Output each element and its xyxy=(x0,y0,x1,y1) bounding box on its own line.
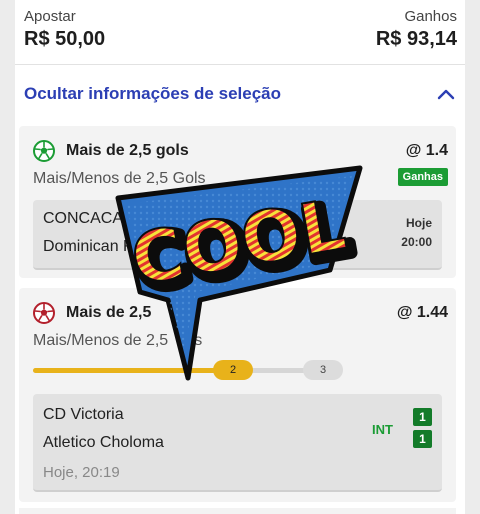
selection-pick: Mais de 2,5 xyxy=(66,304,152,321)
next-selection-card xyxy=(19,508,456,514)
toggle-label: Ocultar informações de seleção xyxy=(24,84,281,103)
event-hour: 20:00 xyxy=(401,235,432,249)
goal-progress: 2 3 xyxy=(33,360,343,382)
selection-odds: @ 1.4 xyxy=(405,142,448,159)
bet-slip: Apostar R$ 50,00 Ganhos R$ 93,14 Ocultar… xyxy=(15,0,465,514)
chevron-up-icon xyxy=(437,89,455,100)
selection-card: Mais de 2,5 @ 1.44 Mais/Menos de 2,5 s 2 … xyxy=(19,288,456,502)
market-text-tail: s xyxy=(194,332,203,349)
divider xyxy=(15,64,465,65)
away-team: Dominican Re xyxy=(43,238,144,255)
status-badge: Ganhas xyxy=(397,168,448,186)
kickoff-time: Hoje, 20:19 xyxy=(43,464,120,481)
hide-selection-info-toggle[interactable]: Ocultar informações de seleção xyxy=(24,84,456,108)
away-team: Atletico Choloma xyxy=(43,434,164,451)
progress-fill xyxy=(33,368,243,373)
selection-market: Mais/Menos de 2,5 Gols xyxy=(33,170,206,187)
event-info[interactable]: CONCACAF L Dominican Re Hoje 20:00 xyxy=(33,200,442,270)
selection-odds: @ 1.44 xyxy=(396,304,448,321)
stake-summary: Apostar R$ 50,00 Ganhos R$ 93,14 xyxy=(15,0,465,64)
home-score: 1 xyxy=(413,408,432,426)
live-score: INT 1 1 xyxy=(372,408,432,452)
event-info[interactable]: CD Victoria Atletico Choloma Hoje, 20:19… xyxy=(33,394,442,492)
selection-card: Mais de 2,5 gols @ 1.4 Mais/Menos de 2,5… xyxy=(19,126,456,278)
home-team: CONCACAF L xyxy=(43,210,147,227)
current-goals-pill: 2 xyxy=(213,360,253,380)
winnings-label: Ganhos xyxy=(404,8,457,25)
period-label: INT xyxy=(372,422,393,437)
event-day: Hoje xyxy=(405,216,432,230)
selection-pick: Mais de 2,5 gols xyxy=(66,142,189,159)
selection-header: Mais de 2,5 gols @ 1.4 xyxy=(33,140,448,164)
target-goals-pill: 3 xyxy=(303,360,343,380)
stake-value: R$ 50,00 xyxy=(24,28,106,50)
winnings-value: R$ 93,14 xyxy=(375,28,457,50)
home-team: CD Victoria xyxy=(43,406,124,423)
away-score: 1 xyxy=(413,430,432,448)
soccer-ball-icon xyxy=(33,140,55,162)
selection-header: Mais de 2,5 @ 1.44 xyxy=(33,302,448,326)
soccer-ball-icon xyxy=(33,302,55,324)
market-text: Mais/Menos de 2,5 xyxy=(33,332,169,349)
event-time: Hoje 20:00 xyxy=(401,214,432,252)
stake-label: Apostar xyxy=(24,8,76,25)
selection-market: Mais/Menos de 2,5 s xyxy=(33,332,202,350)
